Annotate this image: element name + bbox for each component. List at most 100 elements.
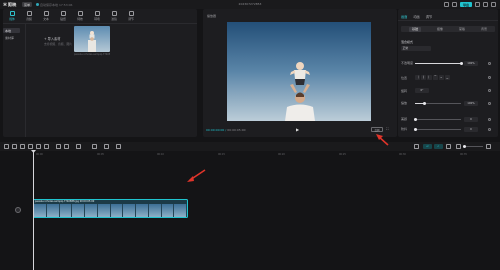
align-middle-icon[interactable]: ━: [439, 75, 444, 80]
ruler-tick: 00:30: [399, 153, 406, 156]
tab-filter[interactable]: 滤镜: [107, 9, 121, 22]
redo-icon[interactable]: [20, 144, 25, 149]
opacity-label: 不透明度: [401, 61, 414, 65]
select-tool-icon[interactable]: [4, 144, 9, 149]
minimize-icon[interactable]: [475, 2, 480, 7]
align-right-icon[interactable]: ▏: [427, 75, 432, 80]
tab-adjust[interactable]: 调节: [124, 9, 138, 22]
magnet-button[interactable]: ∩: [434, 144, 443, 149]
tab-transition[interactable]: 转场: [90, 9, 104, 22]
tab-animation[interactable]: 动画: [413, 14, 419, 19]
media-thumbnail[interactable]: [74, 26, 110, 52]
mirror-icon[interactable]: [92, 144, 97, 149]
zoom-slider-knob[interactable]: [463, 145, 466, 148]
clip-frame: [123, 204, 136, 217]
blend-mode-select[interactable]: 正常: [401, 46, 431, 51]
playhead[interactable]: [33, 151, 34, 270]
beauty-slider-knob[interactable]: [413, 117, 417, 121]
close-icon[interactable]: [491, 2, 496, 7]
subtab-mask[interactable]: 蒙版: [459, 27, 465, 31]
align-center-icon[interactable]: ┃: [421, 75, 426, 80]
tab-label: 调节: [128, 16, 134, 21]
reset-icon[interactable]: [488, 118, 491, 121]
tab-text[interactable]: 文本: [39, 9, 53, 22]
tab-picture[interactable]: 画面: [401, 14, 407, 19]
ratio-button[interactable]: 比例: [371, 127, 383, 132]
position-label: 位置: [401, 76, 408, 80]
adjust-icon: [128, 10, 134, 16]
split-icon[interactable]: [28, 144, 33, 149]
clip-frame: [136, 204, 149, 217]
import-label: 导入素材: [47, 37, 61, 41]
link-main-track-button[interactable]: ⇄: [423, 144, 432, 149]
logo-text: 剪映: [7, 1, 17, 7]
sidebar-item-local[interactable]: 本地: [3, 28, 20, 33]
align-left-icon[interactable]: ▕: [415, 75, 420, 80]
stabilize-slider-knob[interactable]: [413, 127, 417, 131]
autosave-text: 自动保存本地 17:53:06: [40, 2, 73, 7]
scale-slider-knob[interactable]: [422, 101, 426, 105]
sidebar-item-library[interactable]: 素材库: [3, 35, 20, 40]
tab-adjustment[interactable]: 调节: [426, 14, 432, 19]
freeze-icon[interactable]: [64, 144, 69, 149]
y-value[interactable]: 0: [464, 127, 478, 132]
import-button[interactable]: + 导入素材: [44, 36, 61, 42]
reset-icon[interactable]: [488, 76, 491, 79]
split-right-icon[interactable]: [44, 144, 49, 149]
reset-icon[interactable]: [488, 128, 491, 131]
subtab-background[interactable]: 背景: [481, 27, 487, 31]
shortcut-icon[interactable]: [443, 2, 449, 7]
export-button[interactable]: 导出: [459, 1, 472, 8]
tab-audio[interactable]: 音频: [22, 9, 36, 22]
undo-icon[interactable]: [12, 144, 17, 149]
split-left-icon[interactable]: [36, 144, 41, 149]
divider: [25, 24, 26, 137]
player-title: 播放器: [207, 14, 217, 18]
fullscreen-button[interactable]: ⛶: [386, 127, 391, 132]
mic-icon[interactable]: [414, 144, 419, 149]
scale-value[interactable]: 100%: [464, 101, 478, 106]
tab-effects[interactable]: 特效: [73, 9, 87, 22]
align-bottom-icon[interactable]: ▁: [445, 75, 450, 80]
align-top-icon[interactable]: ▔: [433, 75, 438, 80]
clip-label: pexels-nicholas-sampiq-7740888.jpg 00:00…: [35, 200, 95, 203]
maximize-icon[interactable]: [483, 2, 488, 7]
zoom-out-icon[interactable]: [456, 144, 461, 149]
rotate-icon[interactable]: [104, 144, 109, 149]
menu-button[interactable]: 菜单: [22, 2, 32, 7]
clip-frame: [34, 204, 47, 217]
delete-icon[interactable]: [56, 144, 61, 149]
tab-media[interactable]: 媒体: [5, 9, 19, 22]
video-preview[interactable]: [227, 22, 371, 121]
status-dot-icon: [36, 3, 39, 6]
tab-sticker[interactable]: 贴纸: [56, 9, 70, 22]
zoom-slider[interactable]: [463, 146, 483, 147]
opacity-value[interactable]: 100%: [464, 61, 478, 66]
reset-icon[interactable]: [488, 102, 491, 105]
stabilize-slider[interactable]: [415, 129, 461, 130]
clip-frame: [46, 204, 60, 217]
clip-frame: [110, 204, 124, 217]
app-logo: ⌘ 剪映: [3, 1, 17, 8]
reset-icon[interactable]: [488, 89, 491, 92]
crop-icon[interactable]: [116, 144, 121, 149]
clip-frame: [148, 204, 162, 217]
layout-icon[interactable]: [451, 2, 457, 7]
rotate-value[interactable]: 0°: [415, 88, 429, 93]
cover-icon: [14, 207, 21, 213]
cover-button[interactable]: [10, 204, 25, 216]
beauty-label: 美颜: [401, 117, 408, 121]
play-button[interactable]: ▶: [296, 127, 301, 132]
reset-icon[interactable]: [488, 62, 491, 65]
beauty-slider[interactable]: [415, 119, 461, 120]
preview-image: [227, 22, 371, 121]
opacity-slider-knob[interactable]: [459, 61, 463, 65]
reverse-icon[interactable]: [76, 144, 81, 149]
text-icon: [43, 10, 49, 16]
preview-axis-icon[interactable]: [446, 144, 451, 149]
x-value[interactable]: 0: [464, 117, 478, 122]
current-time: 00:00:00:00: [206, 128, 225, 132]
zoom-in-icon[interactable]: [486, 144, 491, 149]
subtab-basic[interactable]: 基础: [408, 26, 421, 32]
subtab-matting[interactable]: 抠像: [437, 27, 443, 31]
